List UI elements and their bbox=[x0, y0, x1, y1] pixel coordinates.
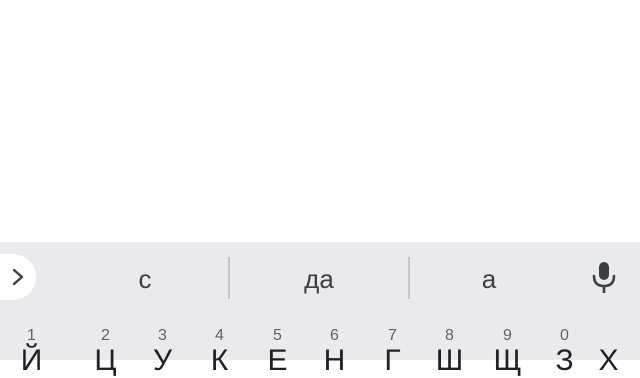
microphone-icon bbox=[592, 262, 616, 293]
key-hint: 6 bbox=[330, 327, 339, 344]
key-9[interactable]: 9 Щ bbox=[479, 314, 536, 377]
key-7[interactable]: 7 Г bbox=[364, 314, 421, 377]
key-letter: Й bbox=[20, 344, 43, 377]
key-letter: Н bbox=[323, 344, 346, 377]
chevron-right-icon bbox=[12, 268, 24, 286]
suggestion-1[interactable]: с bbox=[60, 257, 230, 301]
suggestion-2[interactable]: да bbox=[230, 257, 408, 301]
key-letter: У bbox=[152, 344, 173, 377]
key-letter: Х bbox=[598, 344, 619, 377]
key-hint: 1 bbox=[27, 327, 36, 344]
key-6[interactable]: 6 Н bbox=[306, 314, 363, 377]
key-8[interactable]: 8 Ш bbox=[421, 314, 478, 377]
key-hint: 2 bbox=[101, 327, 110, 344]
keyboard-row-1: 1 Й 2 Ц 3 У 4 К 5 Е 6 Н 7 Г 8 Ш 9 Щ 0 З … bbox=[0, 314, 640, 377]
text-content-area[interactable]: · · · · · · · · bbox=[0, 0, 640, 242]
key-3[interactable]: 3 У bbox=[134, 314, 191, 377]
key-11[interactable]: Х bbox=[580, 314, 637, 377]
key-hint: 5 bbox=[273, 327, 282, 344]
key-hint: 3 bbox=[158, 327, 167, 344]
key-letter: Ц bbox=[94, 344, 117, 377]
key-letter: Г bbox=[384, 344, 401, 377]
key-letter: Щ bbox=[493, 344, 522, 377]
key-hint: 9 bbox=[503, 327, 512, 344]
key-5[interactable]: 5 Е bbox=[249, 314, 306, 377]
key-hint: 8 bbox=[445, 327, 454, 344]
clipped-text-line: · · · · · · · · bbox=[0, 0, 640, 9]
key-letter: Е bbox=[267, 344, 288, 377]
suggestion-3[interactable]: а bbox=[410, 257, 568, 301]
voice-input-button[interactable] bbox=[586, 258, 622, 298]
key-4[interactable]: 4 К bbox=[191, 314, 248, 377]
key-letter: К bbox=[210, 344, 229, 377]
key-letter: Ш bbox=[435, 344, 464, 377]
key-hint: 4 bbox=[215, 327, 224, 344]
key-2[interactable]: 2 Ц bbox=[77, 314, 134, 377]
key-1[interactable]: 1 Й bbox=[3, 314, 60, 377]
key-hint: 7 bbox=[388, 327, 397, 344]
